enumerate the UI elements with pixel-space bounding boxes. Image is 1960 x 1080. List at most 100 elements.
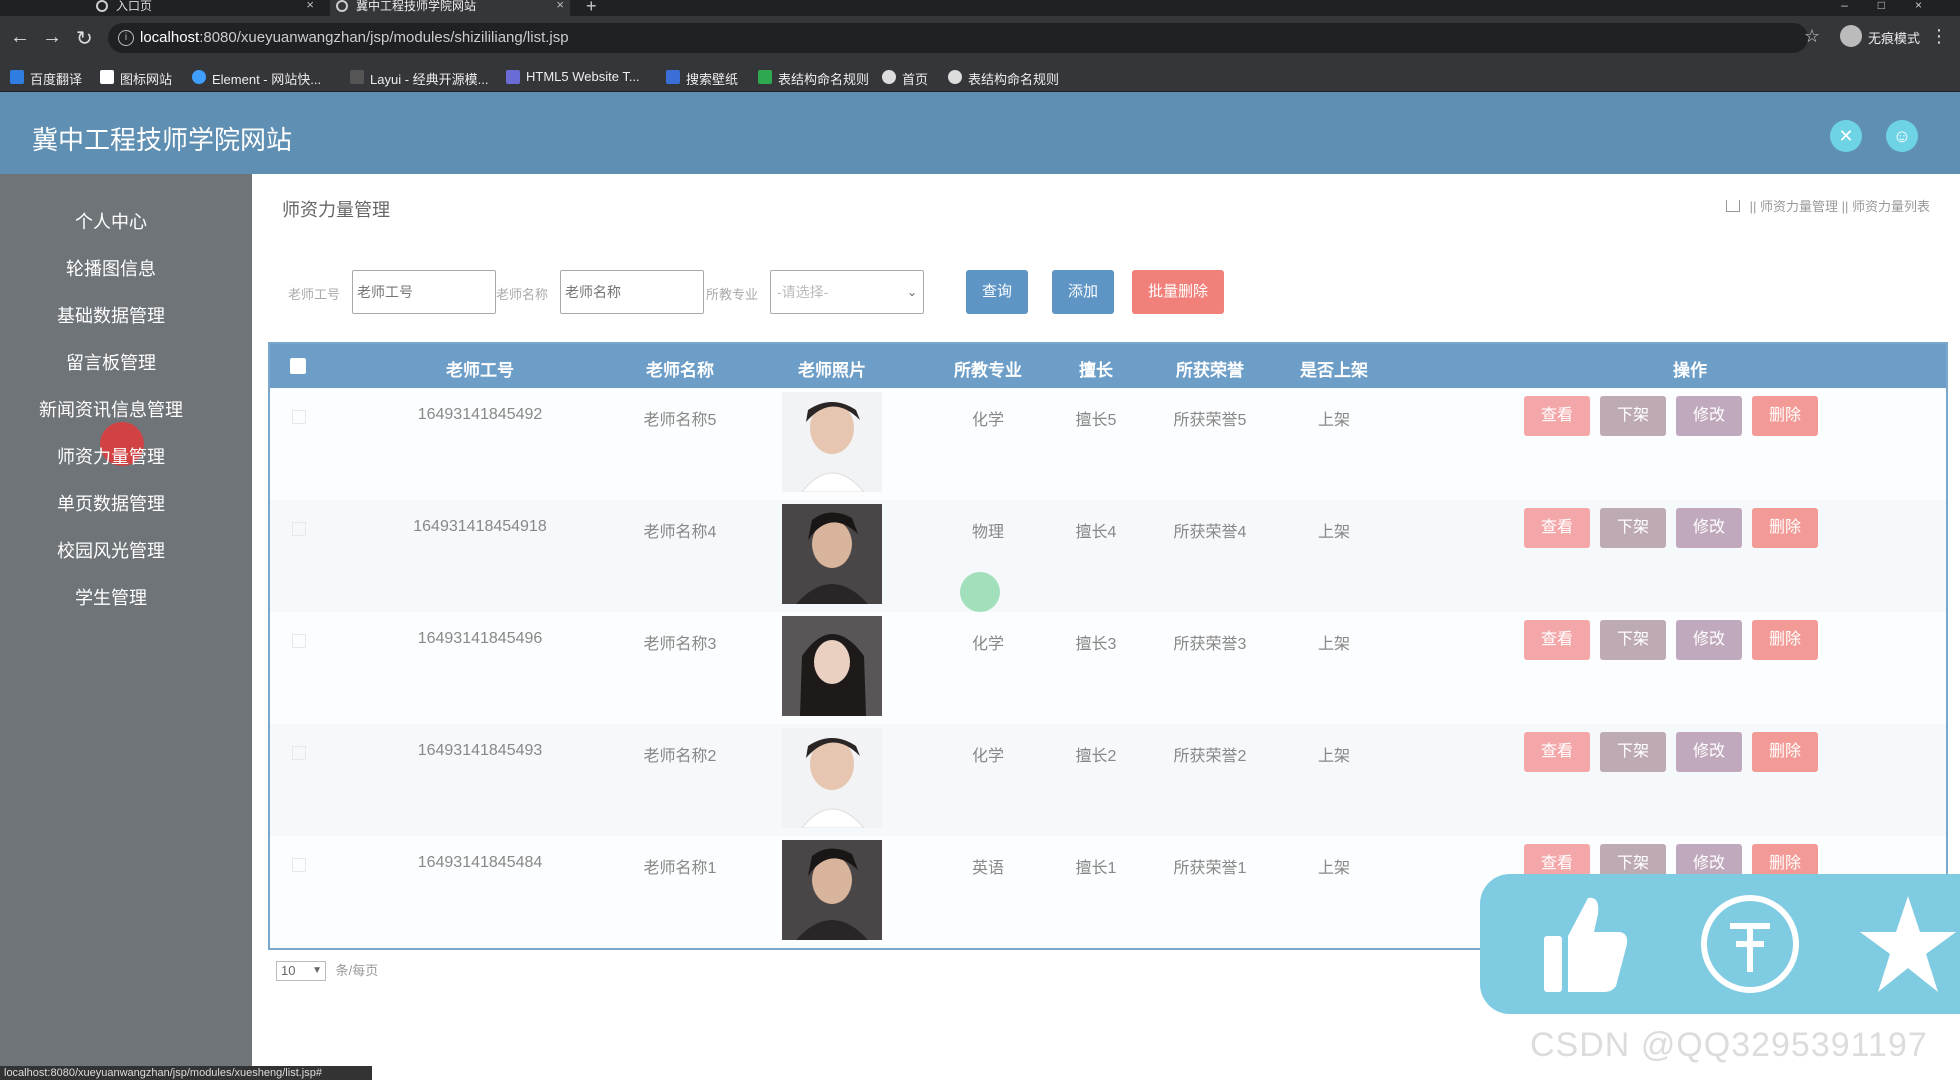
- delete-button[interactable]: 删除: [1752, 508, 1818, 548]
- bookmark-item[interactable]: 表结构命名规则: [758, 69, 869, 88]
- edit-button[interactable]: 修改: [1676, 620, 1742, 660]
- view-button[interactable]: 查看: [1524, 508, 1590, 548]
- url-path: :8080/xueyuanwangzhan/jsp/modules/shizil…: [199, 29, 569, 46]
- user-icon[interactable]: ☺: [1886, 120, 1918, 152]
- teacher-no-label: 老师工号: [288, 287, 341, 302]
- select-all-checkbox[interactable]: [290, 358, 306, 374]
- teacher-no-input[interactable]: [352, 270, 496, 314]
- add-button[interactable]: 添加: [1052, 270, 1114, 314]
- coin-icon[interactable]: [1700, 892, 1800, 996]
- row-checkbox[interactable]: [292, 746, 306, 760]
- window-controls[interactable]: –□×: [1841, 0, 1952, 12]
- sidebar-item-message-board[interactable]: 留言板管理: [0, 349, 222, 375]
- teacher-name-input[interactable]: [560, 270, 704, 314]
- col-teacher-name[interactable]: 老师名称: [620, 356, 740, 381]
- breadcrumb-sep: ||: [1841, 199, 1849, 214]
- bookmark-item[interactable]: 搜索壁纸: [666, 69, 738, 88]
- social-overlay: [1480, 874, 1960, 1014]
- bookmark-item[interactable]: 图标网站: [100, 69, 172, 88]
- major-selected-value: -请选择-: [777, 284, 829, 300]
- query-button[interactable]: 查询: [966, 270, 1028, 314]
- close-icon[interactable]: ×: [556, 0, 564, 11]
- col-honor[interactable]: 所获荣誉: [1150, 356, 1270, 381]
- cell-listed: 上架: [1317, 524, 1350, 541]
- row-checkbox[interactable]: [292, 634, 306, 648]
- delete-button[interactable]: 删除: [1752, 732, 1818, 772]
- close-icon[interactable]: ×: [306, 0, 314, 11]
- batch-delete-button[interactable]: 批量删除: [1132, 270, 1224, 314]
- thumbs-up-icon[interactable]: [1540, 892, 1630, 996]
- cell-teacher-name: 老师名称5: [643, 412, 717, 429]
- browser-tab-active[interactable]: 冀中工程技师学院网站 ×: [330, 0, 570, 16]
- sidebar-item-base-data[interactable]: 基础数据管理: [0, 302, 222, 328]
- page-size-value: 10: [281, 963, 296, 978]
- globe-icon: [336, 0, 348, 12]
- pagination: 10 ▼ 条/每页: [276, 960, 378, 981]
- element-icon: [192, 70, 206, 84]
- wallpaper-icon: [666, 70, 680, 84]
- page-size-suffix: 条/每页: [335, 963, 379, 978]
- bookmark-item[interactable]: Layui - 经典开源模...: [350, 69, 488, 88]
- delete-button[interactable]: 删除: [1752, 396, 1818, 436]
- star-icon[interactable]: [1860, 892, 1956, 996]
- bookmarks-bar: 百度翻译 图标网站 Element - 网站快... Layui - 经典开源模…: [0, 62, 1960, 92]
- view-button[interactable]: 查看: [1524, 396, 1590, 436]
- page-size-select[interactable]: 10 ▼: [276, 961, 326, 981]
- browser-menu-icon[interactable]: ⋮: [1930, 26, 1948, 47]
- bookmark-item[interactable]: Element - 网站快...: [192, 69, 321, 88]
- bookmark-item[interactable]: 百度翻译: [10, 69, 82, 88]
- new-tab-icon[interactable]: +: [586, 0, 597, 17]
- app-header: 冀中工程技师学院网站 ✕ ☺: [0, 92, 1960, 174]
- major-select[interactable]: -请选择- ⌄: [770, 270, 924, 314]
- status-bar-url: localhost:8080/xueyuanwangzhan/jsp/modul…: [0, 1066, 372, 1080]
- bookmark-item[interactable]: 首页: [882, 69, 928, 88]
- url-host: localhost: [140, 29, 200, 46]
- incognito-indicator[interactable]: 无痕模式: [1839, 25, 1920, 47]
- bookmark-item[interactable]: 表结构命名规则: [948, 69, 1059, 88]
- sidebar-item-campus-scenery[interactable]: 校园风光管理: [0, 537, 222, 563]
- col-major[interactable]: 所教专业: [938, 356, 1038, 381]
- cell-honor: 所获荣誉1: [1173, 860, 1247, 877]
- sidebar-item-news[interactable]: 新闻资讯信息管理: [0, 396, 222, 422]
- teacher-photo: [782, 504, 882, 604]
- bookmark-item[interactable]: HTML5 Website T...: [506, 69, 640, 84]
- home-icon[interactable]: [1725, 200, 1740, 212]
- row-checkbox[interactable]: [292, 410, 306, 424]
- info-icon[interactable]: i: [118, 30, 134, 46]
- bookmark-label: 图标网站: [120, 72, 173, 87]
- unlist-button[interactable]: 下架: [1600, 508, 1666, 548]
- delete-button[interactable]: 删除: [1752, 620, 1818, 660]
- sidebar-item-single-page[interactable]: 单页数据管理: [0, 490, 222, 516]
- bookmark-star-icon[interactable]: ☆: [1804, 26, 1820, 47]
- edit-button[interactable]: 修改: [1676, 396, 1742, 436]
- view-button[interactable]: 查看: [1524, 620, 1590, 660]
- url-input[interactable]: i localhost:8080/xueyuanwangzhan/jsp/mod…: [108, 23, 1808, 53]
- reload-icon[interactable]: ↻: [76, 26, 93, 51]
- view-button[interactable]: 查看: [1524, 732, 1590, 772]
- row-checkbox[interactable]: [292, 522, 306, 536]
- back-icon[interactable]: ←: [10, 26, 30, 49]
- col-teacher-no[interactable]: 老师工号: [420, 356, 540, 381]
- sidebar-item-students[interactable]: 学生管理: [0, 584, 222, 610]
- translate-icon: [10, 70, 24, 84]
- unlist-button[interactable]: 下架: [1600, 732, 1666, 772]
- edit-button[interactable]: 修改: [1676, 508, 1742, 548]
- sidebar-item-personal-center[interactable]: 个人中心: [0, 208, 222, 234]
- browser-tab-bar: 入口页 × 冀中工程技师学院网站 × + –□×: [0, 0, 1960, 16]
- sheet-icon: [758, 70, 772, 84]
- cell-listed: 上架: [1317, 636, 1350, 653]
- col-listed[interactable]: 是否上架: [1284, 356, 1384, 381]
- unlist-button[interactable]: 下架: [1600, 620, 1666, 660]
- cell-teacher-name: 老师名称3: [643, 636, 717, 653]
- edit-button[interactable]: 修改: [1676, 732, 1742, 772]
- forward-icon[interactable]: →: [42, 26, 62, 49]
- expand-icon[interactable]: ✕: [1830, 120, 1862, 152]
- sidebar-item-faculty[interactable]: 师资力量管理: [0, 443, 222, 469]
- row-checkbox[interactable]: [292, 858, 306, 872]
- breadcrumb-item[interactable]: 师资力量管理: [1760, 199, 1838, 214]
- browser-tab-entry[interactable]: 入口页 ×: [90, 0, 320, 16]
- unlist-button[interactable]: 下架: [1600, 396, 1666, 436]
- chevron-down-icon: ▼: [312, 965, 322, 976]
- col-skill[interactable]: 擅长: [1056, 356, 1136, 381]
- sidebar-item-carousel[interactable]: 轮播图信息: [0, 255, 222, 281]
